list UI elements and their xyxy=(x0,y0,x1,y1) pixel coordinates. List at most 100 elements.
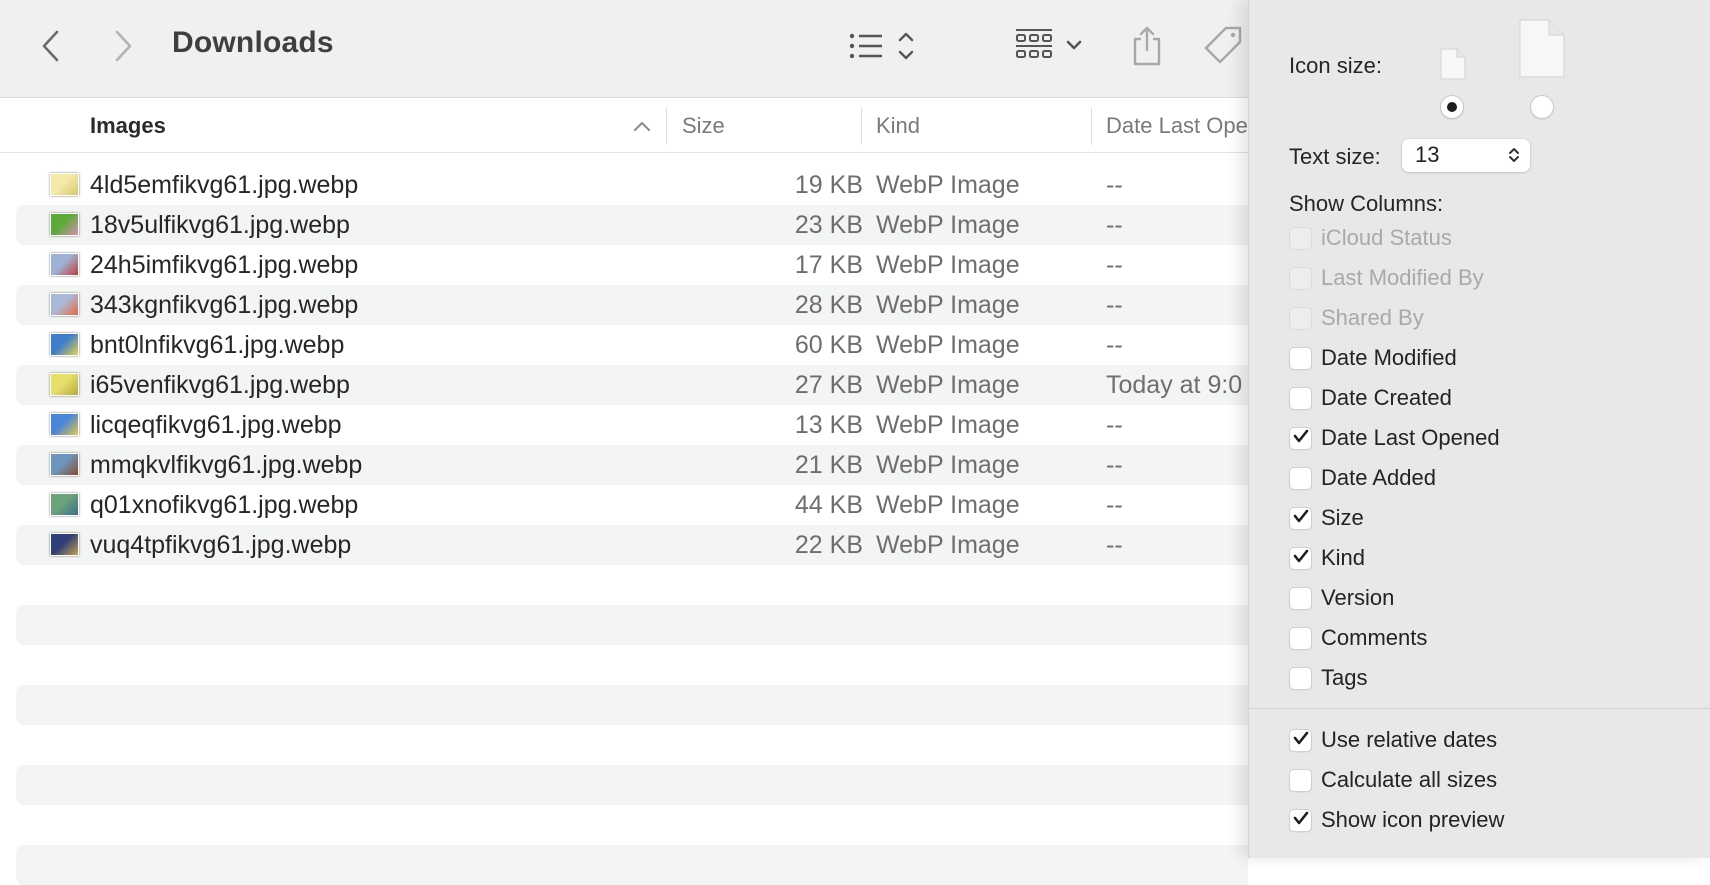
large-document-icon xyxy=(1519,19,1565,78)
file-size: 44 KB xyxy=(794,491,863,519)
column-date-modified-checkbox[interactable]: Date Modified xyxy=(1289,343,1457,373)
checkbox-box[interactable] xyxy=(1289,346,1312,370)
column-header-kind[interactable]: Kind xyxy=(876,99,920,153)
column-separator[interactable] xyxy=(1091,107,1092,145)
list-view-icon xyxy=(849,32,914,60)
file-date-last-opened: -- xyxy=(1106,411,1123,439)
file-row[interactable]: 343kgnfikvg61.jpg.webp 28 KB WebP Image -- xyxy=(16,285,1248,325)
icon-size-large-radio[interactable] xyxy=(1530,95,1554,119)
image-thumbnail-icon xyxy=(50,293,79,316)
file-kind: WebP Image xyxy=(876,171,1020,199)
tags-button[interactable] xyxy=(1200,22,1248,70)
option-calculate-all-sizes-checkbox[interactable]: Calculate all sizes xyxy=(1289,765,1497,795)
file-row[interactable]: bnt0lnfikvg61.jpg.webp 60 KB WebP Image -- xyxy=(16,325,1248,365)
checkbox-box[interactable] xyxy=(1289,426,1312,450)
file-kind: WebP Image xyxy=(876,251,1020,279)
option-use-relative-dates-checkbox[interactable]: Use relative dates xyxy=(1289,725,1497,755)
file-kind: WebP Image xyxy=(876,411,1020,439)
file-row[interactable]: mmqkvlfikvg61.jpg.webp 21 KB WebP Image -- xyxy=(16,445,1248,485)
file-kind: WebP Image xyxy=(876,331,1020,359)
column-version-checkbox[interactable]: Version xyxy=(1289,583,1394,613)
up-down-chevron-icon xyxy=(1509,148,1519,162)
checkbox-label: Size xyxy=(1321,505,1364,530)
share-button[interactable] xyxy=(1128,22,1166,70)
file-name: vuq4tpfikvg61.jpg.webp xyxy=(90,531,352,559)
option-show-icon-preview-checkbox[interactable]: Show icon preview xyxy=(1289,805,1504,835)
checkbox-label: Date Created xyxy=(1321,385,1452,410)
icon-size-small-radio[interactable] xyxy=(1440,95,1464,119)
checkbox-label: Show icon preview xyxy=(1321,807,1505,832)
column-separator[interactable] xyxy=(666,107,667,145)
checkbox-box[interactable] xyxy=(1289,386,1312,410)
column-icloud-status-checkbox: iCloud Status xyxy=(1289,223,1452,253)
checkbox-label: Shared By xyxy=(1321,305,1424,330)
empty-row xyxy=(16,605,1248,645)
image-thumbnail-icon xyxy=(50,413,79,436)
file-row[interactable]: vuq4tpfikvg61.jpg.webp 22 KB WebP Image -- xyxy=(16,525,1248,565)
file-name: 343kgnfikvg61.jpg.webp xyxy=(90,291,359,319)
column-comments-checkbox[interactable]: Comments xyxy=(1289,623,1427,653)
sort-ascending-icon[interactable] xyxy=(630,113,654,139)
file-row[interactable]: i65venfikvg61.jpg.webp 27 KB WebP Image Tod… xyxy=(16,365,1248,405)
image-thumbnail-icon xyxy=(50,493,79,516)
column-tags-checkbox[interactable]: Tags xyxy=(1289,663,1367,693)
column-separator[interactable] xyxy=(861,107,862,145)
column-header-name[interactable]: Images xyxy=(90,99,166,153)
small-document-icon xyxy=(1440,48,1466,80)
file-kind: WebP Image xyxy=(876,531,1020,559)
file-date-last-opened: Today at 9:0 xyxy=(1106,371,1243,399)
empty-row xyxy=(16,765,1248,805)
checkbox-box[interactable] xyxy=(1289,728,1312,752)
checkbox-box[interactable] xyxy=(1289,666,1312,690)
checkbox-box[interactable] xyxy=(1289,546,1312,570)
file-row[interactable]: 18v5ulfikvg61.jpg.webp 23 KB WebP Image -- xyxy=(16,205,1248,245)
back-button[interactable] xyxy=(34,26,68,66)
checkmark-icon xyxy=(1293,811,1309,830)
column-date-added-checkbox[interactable]: Date Added xyxy=(1289,463,1436,493)
file-row[interactable]: licqeqfikvg61.jpg.webp 13 KB WebP Image -- xyxy=(16,405,1248,445)
file-name: 18v5ulfikvg61.jpg.webp xyxy=(90,211,350,239)
column-header-date-last-opened[interactable]: Date Last Ope xyxy=(1106,99,1248,153)
file-size: 19 KB xyxy=(794,171,863,199)
checkbox-label: iCloud Status xyxy=(1321,225,1452,250)
text-size-select[interactable]: 13 xyxy=(1402,139,1530,172)
checkmark-icon xyxy=(1293,509,1309,528)
checkbox-box[interactable] xyxy=(1289,808,1312,832)
file-date-last-opened: -- xyxy=(1106,171,1123,199)
column-size-checkbox[interactable]: Size xyxy=(1289,503,1364,533)
file-date-last-opened: -- xyxy=(1106,291,1123,319)
file-size: 60 KB xyxy=(794,331,863,359)
checkbox-box[interactable] xyxy=(1289,506,1312,530)
file-name: i65venfikvg61.jpg.webp xyxy=(90,371,350,399)
forward-button[interactable] xyxy=(106,26,140,66)
column-header-size[interactable]: Size xyxy=(682,99,725,153)
checkbox-box[interactable] xyxy=(1289,586,1312,610)
finder-window: Downloads Images Size Kind Date Last Ope… xyxy=(0,0,1248,885)
file-row[interactable]: q01xnofikvg61.jpg.webp 44 KB WebP Image -- xyxy=(16,485,1248,525)
column-date-created-checkbox[interactable]: Date Created xyxy=(1289,383,1452,413)
file-row[interactable]: 24h5imfikvg61.jpg.webp 17 KB WebP Image -- xyxy=(16,245,1248,285)
file-kind: WebP Image xyxy=(876,211,1020,239)
group-by-button[interactable] xyxy=(1014,24,1090,68)
image-thumbnail-icon xyxy=(50,333,79,356)
file-name: 4ld5emfikvg61.jpg.webp xyxy=(90,171,359,199)
column-kind-checkbox[interactable]: Kind xyxy=(1289,543,1365,573)
group-grid-icon xyxy=(1016,29,1082,58)
view-mode-button[interactable] xyxy=(848,26,924,66)
checkbox-box[interactable] xyxy=(1289,626,1312,650)
file-size: 27 KB xyxy=(794,371,863,399)
chevron-right-icon xyxy=(115,30,132,62)
checkbox-label: Version xyxy=(1321,585,1395,610)
file-kind: WebP Image xyxy=(876,491,1020,519)
empty-row xyxy=(16,805,1248,845)
file-name: bnt0lnfikvg61.jpg.webp xyxy=(90,331,345,359)
file-size: 28 KB xyxy=(794,291,863,319)
file-row[interactable]: 4ld5emfikvg61.jpg.webp 19 KB WebP Image -- xyxy=(16,165,1248,205)
checkbox-label: Date Last Opened xyxy=(1321,425,1500,450)
column-date-last-opened-checkbox[interactable]: Date Last Opened xyxy=(1289,423,1500,453)
checkbox-box xyxy=(1289,306,1312,330)
file-date-last-opened: -- xyxy=(1106,531,1123,559)
image-thumbnail-icon xyxy=(50,213,79,236)
checkbox-box[interactable] xyxy=(1289,768,1312,792)
checkbox-box[interactable] xyxy=(1289,466,1312,490)
